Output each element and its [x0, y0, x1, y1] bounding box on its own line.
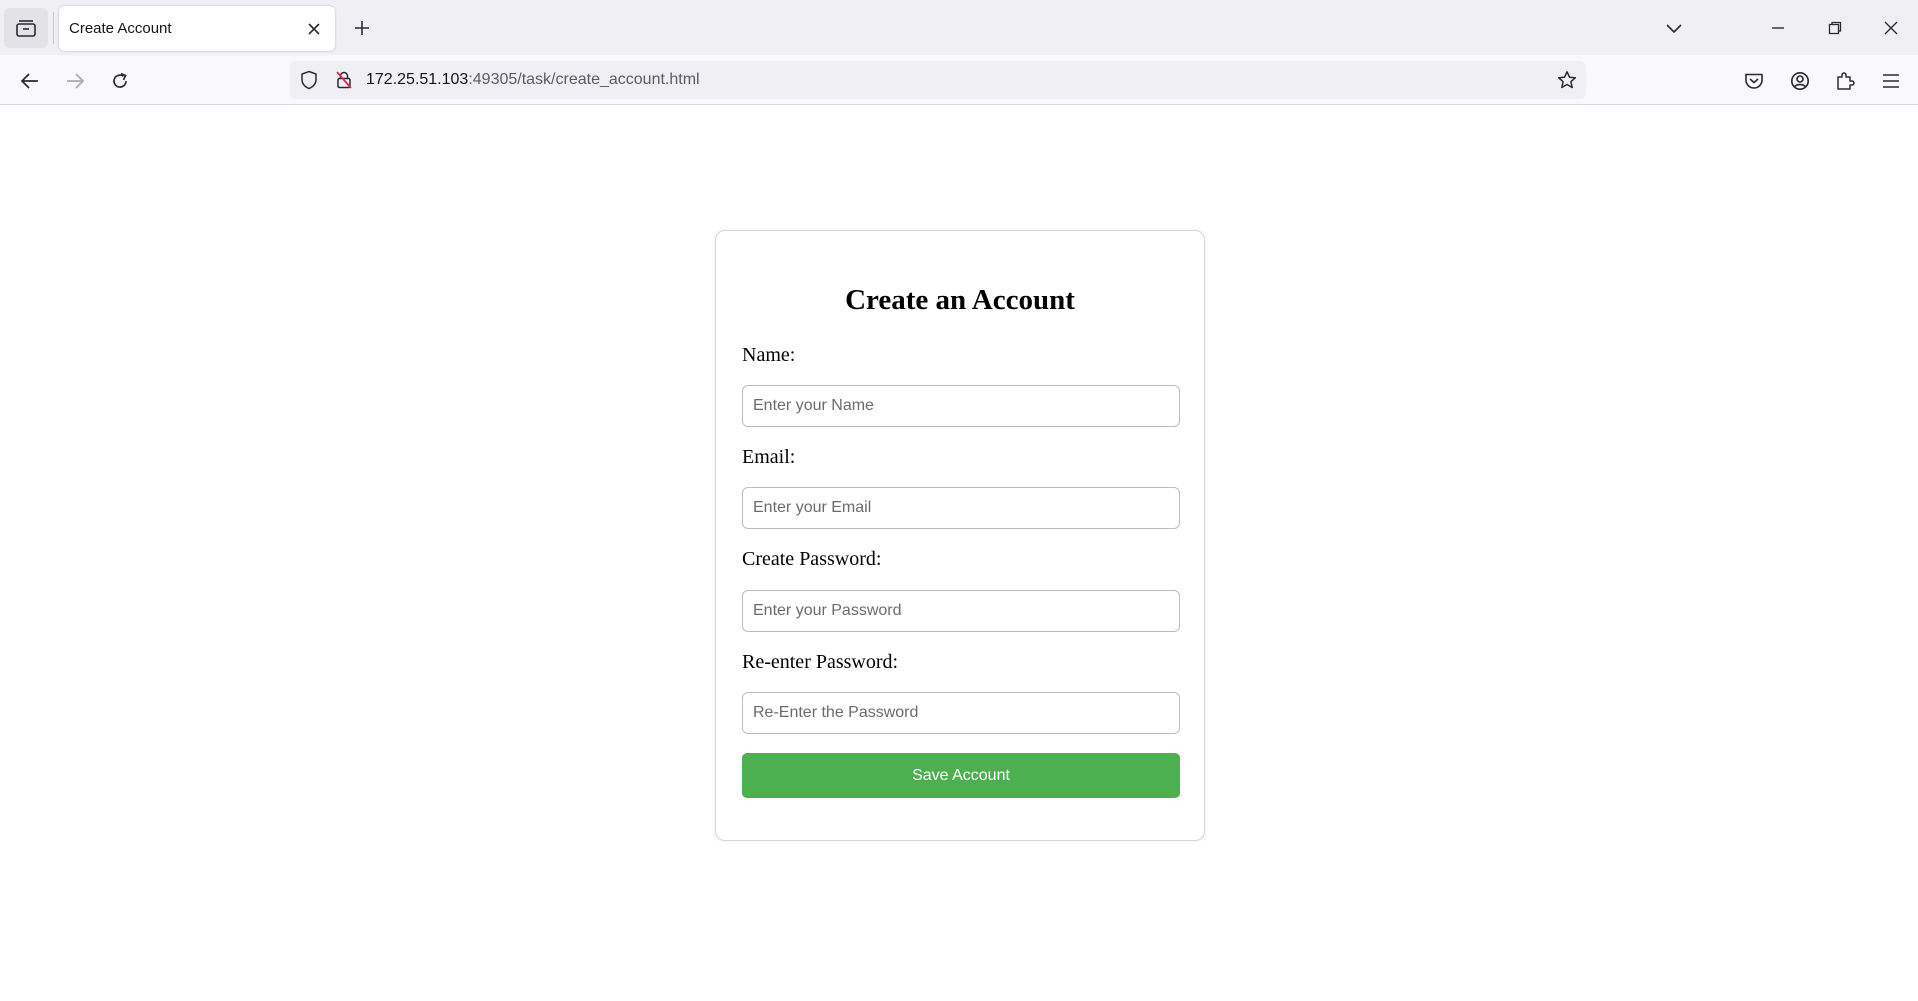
reenter-password-label: Re-enter Password: [742, 651, 899, 673]
back-button[interactable] [14, 65, 46, 97]
reenter-password-input[interactable] [742, 692, 1180, 734]
url-text: 172.25.51.103:49305/task/create_account.… [366, 71, 700, 89]
email-input[interactable] [742, 487, 1180, 529]
tab-close-button[interactable] [303, 18, 325, 40]
pocket-button[interactable] [1738, 65, 1770, 97]
hamburger-menu-icon [1883, 74, 1899, 88]
chevron-down-icon [1666, 24, 1682, 34]
account-button[interactable] [1784, 65, 1816, 97]
page-title: Create an Account [845, 284, 1075, 316]
minimize-window-button[interactable] [1762, 12, 1794, 44]
star-icon [1557, 71, 1577, 89]
create-password-label: Create Password: [742, 548, 882, 570]
new-tab-button[interactable] [348, 14, 376, 42]
list-all-tabs-button[interactable] [1660, 14, 1688, 42]
plus-icon [355, 21, 369, 35]
url-bar[interactable]: 172.25.51.103:49305/task/create_account.… [290, 61, 1586, 99]
minimize-icon [1772, 27, 1784, 29]
close-window-icon [1884, 21, 1898, 35]
arrow-left-icon [20, 73, 38, 89]
pocket-icon [1745, 73, 1763, 89]
reload-button[interactable] [104, 65, 136, 97]
reload-icon [113, 72, 127, 88]
puzzle-icon [1837, 72, 1855, 90]
browser-navigation-bar: 172.25.51.103:49305/task/create_account.… [0, 55, 1918, 105]
tab-overview-button[interactable] [4, 8, 48, 48]
restore-window-button[interactable] [1819, 12, 1851, 44]
forward-button[interactable] [59, 65, 91, 97]
account-icon [1791, 72, 1809, 90]
open-menu-button[interactable] [1875, 65, 1907, 97]
save-account-button[interactable]: Save Account [742, 753, 1180, 798]
shield-icon [301, 70, 317, 90]
bookmark-button[interactable] [1556, 69, 1578, 91]
close-window-button[interactable] [1875, 12, 1907, 44]
extensions-button[interactable] [1829, 65, 1861, 97]
url-host: 172.25.51.103 [366, 71, 469, 88]
url-path: :49305/task/create_account.html [468, 71, 700, 88]
email-label: Email: [742, 446, 796, 468]
tab-separator [53, 12, 54, 44]
arrow-right-icon [67, 73, 85, 89]
tracking-protection-button[interactable] [298, 69, 320, 91]
tab-title: Create Account [69, 20, 172, 37]
create-account-card: Create an Account Name: Email: Create Pa… [715, 230, 1205, 841]
restore-icon [1828, 21, 1842, 35]
name-input[interactable] [742, 385, 1180, 427]
name-label: Name: [742, 344, 796, 366]
site-security-button[interactable] [333, 69, 355, 91]
tab-overview-icon [16, 20, 36, 37]
insecure-lock-icon [336, 71, 352, 89]
active-tab[interactable]: Create Account [59, 6, 335, 51]
browser-tab-bar: Create Account [0, 0, 1918, 55]
close-icon [308, 23, 320, 35]
create-password-input[interactable] [742, 590, 1180, 632]
